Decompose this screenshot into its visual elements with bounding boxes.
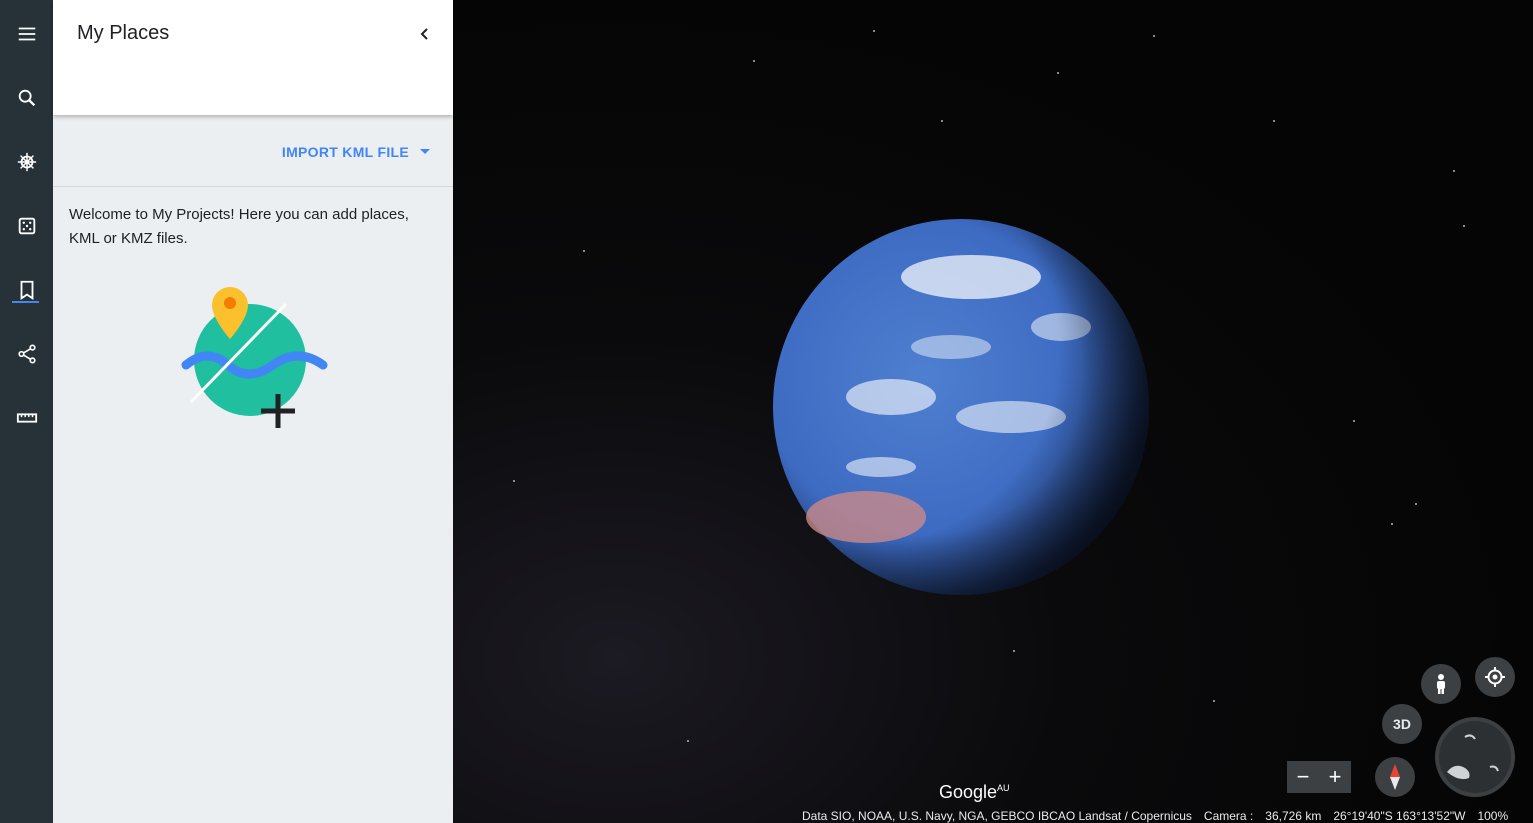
panel-header: My Places — [53, 0, 453, 115]
bookmark-icon — [20, 280, 33, 300]
share-icon — [17, 344, 36, 364]
toggle-3d-button[interactable]: 3D — [1382, 704, 1422, 744]
camera-label: Camera : — [1203, 809, 1254, 823]
zoom-controls: − + — [1287, 761, 1351, 793]
camera-distance: 36,726 km — [1265, 809, 1322, 823]
search-icon — [18, 89, 35, 107]
google-logo: GoogleAU — [939, 782, 1010, 803]
ruler-icon — [16, 413, 37, 423]
caret-down-icon — [420, 149, 430, 154]
projects-illustration — [181, 287, 328, 428]
panel-title: My Places — [77, 22, 170, 44]
zoom-in-button[interactable]: + — [1319, 761, 1351, 793]
menu-icon — [18, 27, 35, 41]
google-logo-region: AU — [997, 783, 1010, 793]
import-kml-button[interactable]: IMPORT KML FILE — [282, 144, 431, 160]
my-location-button[interactable] — [1475, 657, 1515, 697]
coordinates: 26°19'40"S 163°13'52"W — [1333, 809, 1466, 823]
attribution-text[interactable]: Data SIO, NOAA, U.S. Navy, NGA, GEBCO IB… — [802, 809, 1192, 823]
active-indicator — [12, 301, 39, 303]
zoom-percent: 100% — [1477, 809, 1509, 823]
earth-globe[interactable] — [771, 217, 1151, 597]
left-rail — [0, 0, 53, 823]
minimap-globe[interactable] — [1435, 717, 1515, 797]
dice-icon — [18, 217, 35, 235]
welcome-text: Welcome to My Projects! Here you can add… — [69, 206, 409, 247]
compass-icon — [1390, 764, 1400, 790]
pegman-button[interactable] — [1421, 664, 1461, 704]
chevron-left-icon — [420, 28, 428, 40]
pegman-icon — [1437, 674, 1445, 694]
feeling-lucky-button[interactable] — [0, 200, 53, 252]
compass-button[interactable] — [1375, 757, 1415, 797]
menu-button[interactable] — [0, 8, 53, 60]
voyager-button[interactable] — [0, 136, 53, 188]
measure-button[interactable] — [0, 392, 53, 444]
minimap-icon — [1439, 721, 1511, 793]
projects-button[interactable] — [0, 264, 53, 316]
ships-wheel-icon — [17, 152, 36, 172]
import-kml-label: IMPORT KML FILE — [281, 144, 409, 160]
search-button[interactable] — [0, 72, 53, 124]
google-logo-text: Google — [939, 782, 998, 802]
crosshair-icon — [1485, 667, 1505, 687]
status-bar: Data SIO, NOAA, U.S. Navy, NGA, GEBCO IB… — [802, 809, 1508, 823]
my-places-panel: My Places IMPORT KML FILE Welcome to My … — [53, 0, 453, 823]
zoom-out-button[interactable]: − — [1287, 761, 1319, 793]
share-button[interactable] — [0, 328, 53, 380]
earth-view[interactable]: 3D − + GoogleAU Data SIO, NOAA, U.S. Nav… — [453, 0, 1533, 823]
collapse-panel-button[interactable] — [413, 22, 437, 46]
import-row: IMPORT KML FILE — [53, 116, 453, 187]
